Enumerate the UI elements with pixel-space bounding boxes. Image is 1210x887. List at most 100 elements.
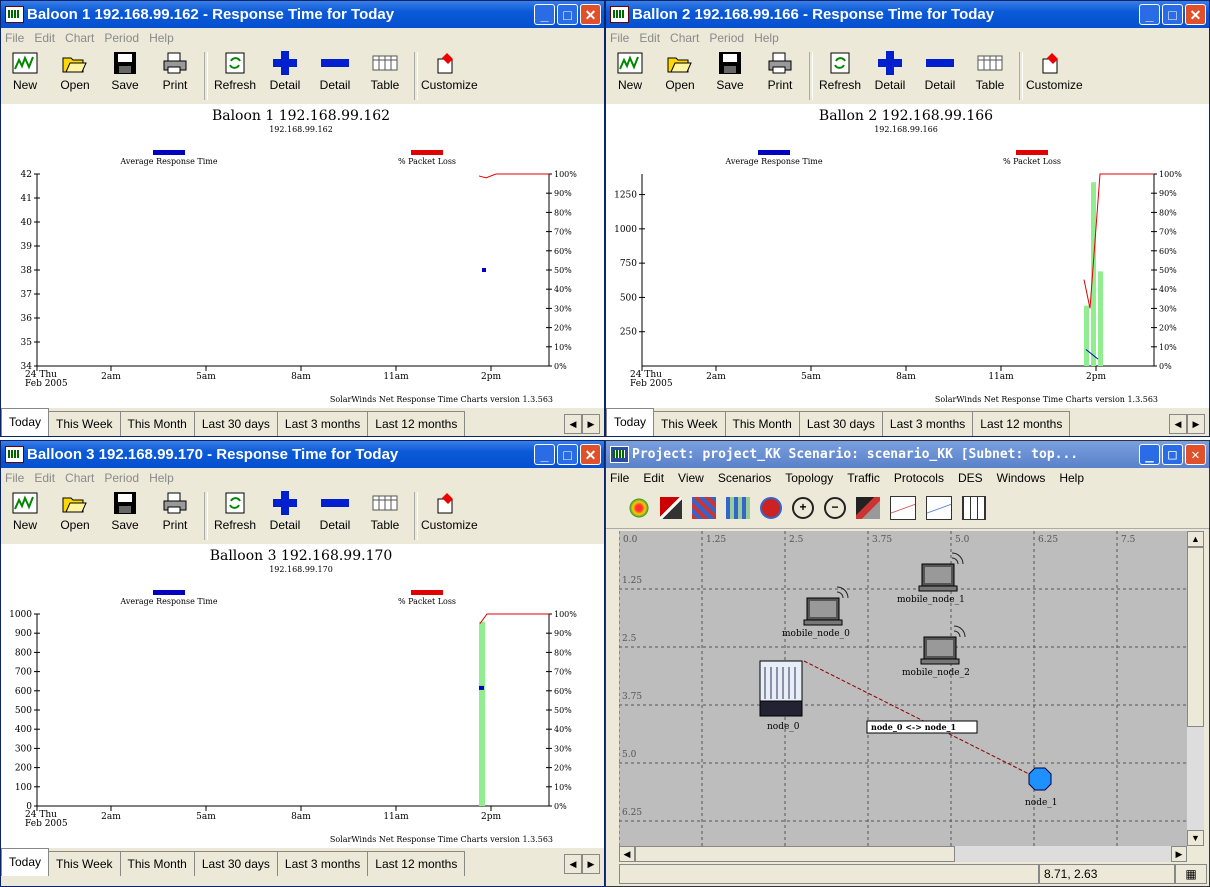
object-palette-icon[interactable]	[628, 497, 650, 519]
menu-period[interactable]: Period	[709, 28, 744, 48]
title-bar[interactable]: Project: project_KK Scenario: scenario_K…	[606, 441, 1209, 468]
topology-svg[interactable]: 0.0 1.25 2.5 3.75 5.0 6.25 7.5 1.25 2.5 3.75 5.0 6.…	[618, 531, 1187, 846]
tab-this-week[interactable]: This Week	[653, 411, 726, 436]
horizontal-scrollbar[interactable]: ◀ ▶	[619, 846, 1187, 862]
tab-this-month[interactable]: This Month	[119, 851, 195, 876]
menu-help[interactable]: Help	[754, 28, 779, 48]
menu-edit[interactable]: Edit	[34, 28, 55, 48]
tab-last-12-months[interactable]: Last 12 months	[972, 411, 1071, 436]
new-button[interactable]: New	[1, 488, 49, 544]
tab-last-12-months[interactable]: Last 12 months	[367, 411, 466, 436]
minimize-button[interactable]: _	[1139, 4, 1160, 25]
link-tool-icon[interactable]	[660, 497, 682, 519]
close-button[interactable]: ✕	[580, 444, 601, 465]
minimize-button[interactable]: _	[534, 444, 555, 465]
new-button[interactable]: New	[1, 48, 49, 104]
menu-windows[interactable]: Windows	[997, 468, 1046, 488]
tab-scroll-arrows[interactable]: ◀ ▶	[564, 854, 600, 874]
maximize-button[interactable]: □	[557, 444, 578, 465]
tab-last-3-months[interactable]: Last 3 months	[276, 851, 369, 876]
detail-minus-button[interactable]: Detail	[311, 48, 359, 104]
tab-scroll-left-icon[interactable]: ◀	[1169, 414, 1187, 434]
save-button[interactable]: Save	[101, 48, 149, 104]
menu-edit[interactable]: Edit	[643, 468, 664, 488]
zoom-in-icon[interactable]: +	[792, 497, 814, 519]
tab-today[interactable]: Today	[1, 408, 50, 436]
project-canvas[interactable]: 0.0 1.25 2.5 3.75 5.0 6.25 7.5 1.25 2.5 3.75 5.0 6.…	[618, 531, 1187, 846]
close-button[interactable]: ✕	[580, 4, 601, 25]
tab-last-3-months[interactable]: Last 3 months	[881, 411, 974, 436]
tab-scroll-left-icon[interactable]: ◀	[564, 854, 582, 874]
menu-traffic[interactable]: Traffic	[847, 468, 880, 488]
tab-this-month[interactable]: This Month	[119, 411, 195, 436]
customize-button[interactable]: Customize	[1026, 48, 1083, 104]
menu-scenarios[interactable]: Scenarios	[718, 468, 771, 488]
menu-chart[interactable]: Chart	[65, 28, 94, 48]
menu-help[interactable]: Help	[1059, 468, 1084, 488]
tab-this-week[interactable]: This Week	[48, 411, 121, 436]
title-bar[interactable]: Baloon 1 192.168.99.162 - Response Time …	[1, 1, 604, 28]
tab-today[interactable]: Today	[606, 408, 655, 436]
detail-plus-button[interactable]: Detail	[866, 48, 914, 104]
table-button[interactable]: Table	[361, 488, 409, 544]
menu-edit[interactable]: Edit	[34, 468, 55, 488]
tab-today[interactable]: Today	[1, 848, 50, 876]
configure-sim-icon[interactable]	[856, 497, 880, 519]
table-button[interactable]: Table	[966, 48, 1014, 104]
menu-file[interactable]: File	[5, 28, 24, 48]
tab-scroll-arrows[interactable]: ◀ ▶	[1169, 414, 1205, 434]
title-bar[interactable]: Balloon 3 192.168.99.170 - Response Time…	[1, 441, 604, 468]
menu-help[interactable]: Help	[149, 468, 174, 488]
detail-plus-button[interactable]: Detail	[261, 488, 309, 544]
customize-button[interactable]: Customize	[421, 48, 478, 104]
new-button[interactable]: New	[606, 48, 654, 104]
maximize-button[interactable]: □	[1162, 444, 1183, 465]
minimize-button[interactable]: _	[534, 4, 555, 25]
print-button[interactable]: Print	[151, 488, 199, 544]
tab-scroll-right-icon[interactable]: ▶	[1187, 414, 1205, 434]
maximize-button[interactable]: □	[1162, 4, 1183, 25]
open-button[interactable]: Open	[51, 48, 99, 104]
open-button[interactable]: Open	[51, 488, 99, 544]
menu-file[interactable]: File	[610, 468, 629, 488]
scroll-thumb[interactable]	[1187, 547, 1204, 727]
tab-last-30-days[interactable]: Last 30 days	[798, 411, 883, 436]
print-button[interactable]: Print	[756, 48, 804, 104]
detail-plus-button[interactable]: Detail	[261, 48, 309, 104]
save-button[interactable]: Save	[101, 488, 149, 544]
menu-edit[interactable]: Edit	[639, 28, 660, 48]
title-bar[interactable]: Ballon 2 192.168.99.166 - Response Time …	[606, 1, 1209, 28]
refresh-button[interactable]: Refresh	[211, 48, 259, 104]
menu-help[interactable]: Help	[149, 28, 174, 48]
tab-last-30-days[interactable]: Last 30 days	[193, 411, 278, 436]
tab-scroll-arrows[interactable]: ◀ ▶	[564, 414, 600, 434]
close-button[interactable]: ✕	[1185, 444, 1206, 465]
fail-recover-icon[interactable]	[726, 497, 750, 519]
tab-scroll-left-icon[interactable]: ◀	[564, 414, 582, 434]
view-results-icon[interactable]	[890, 496, 916, 520]
menu-topology[interactable]: Topology	[785, 468, 833, 488]
menu-view[interactable]: View	[678, 468, 704, 488]
menu-des[interactable]: DES	[958, 468, 983, 488]
tab-this-month[interactable]: This Month	[724, 411, 800, 436]
menu-period[interactable]: Period	[104, 28, 139, 48]
menu-file[interactable]: File	[5, 468, 24, 488]
minimize-button[interactable]: _	[1139, 444, 1160, 465]
zoom-out-icon[interactable]: −	[824, 497, 846, 519]
tab-last-30-days[interactable]: Last 30 days	[193, 851, 278, 876]
refresh-button[interactable]: Refresh	[211, 488, 259, 544]
tab-this-week[interactable]: This Week	[48, 851, 121, 876]
menu-chart[interactable]: Chart	[65, 468, 94, 488]
refresh-button[interactable]: Refresh	[816, 48, 864, 104]
grid-view-icon[interactable]	[962, 496, 986, 520]
menu-chart[interactable]: Chart	[670, 28, 699, 48]
tab-last-3-months[interactable]: Last 3 months	[276, 411, 369, 436]
table-button[interactable]: Table	[361, 48, 409, 104]
menu-file[interactable]: File	[610, 28, 629, 48]
menu-protocols[interactable]: Protocols	[894, 468, 944, 488]
menu-period[interactable]: Period	[104, 468, 139, 488]
save-button[interactable]: Save	[706, 48, 754, 104]
detail-minus-button[interactable]: Detail	[916, 48, 964, 104]
tab-last-12-months[interactable]: Last 12 months	[367, 851, 466, 876]
maximize-button[interactable]: □	[557, 4, 578, 25]
